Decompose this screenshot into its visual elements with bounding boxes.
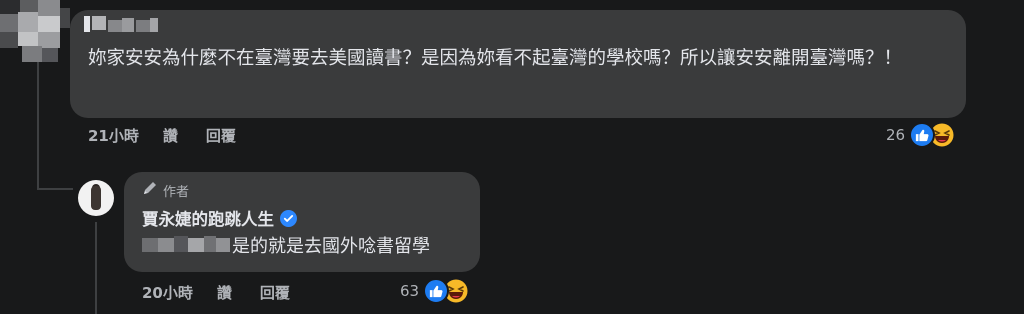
author-badge: 作者 — [142, 180, 189, 200]
thumbs-up-icon — [909, 122, 936, 148]
reply-bubble: 作者 賈永婕的跑跳人生 是的就是去國外唸書留學 — [124, 172, 480, 272]
author-name[interactable]: 賈永婕的跑跳人生 — [142, 206, 274, 230]
comment-bubble: 妳家安安為什麼不在臺灣要去美國讀書？是因為妳看不起臺灣的學校嗎？所以讓安安離開臺… — [70, 10, 966, 118]
reaction-count: 26 — [886, 126, 906, 144]
pen-icon — [142, 180, 158, 200]
commenter-avatar[interactable] — [0, 0, 70, 64]
like-button[interactable]: 讚 — [163, 125, 178, 146]
reply-reactions[interactable]: 63 — [400, 278, 469, 304]
comment-timestamp[interactable]: 21小時 — [88, 125, 139, 146]
reply-actions: 20小時 讚 回覆 — [142, 282, 290, 303]
comment-actions: 21小時 讚 回覆 — [88, 125, 236, 146]
thread-connector — [37, 188, 73, 190]
commenter-name-redacted[interactable] — [84, 14, 160, 34]
reply-button[interactable]: 回覆 — [206, 125, 236, 146]
comment-reactions[interactable]: 26 — [886, 122, 955, 148]
comment-text: 妳家安安為什麼不在臺灣要去美國讀書？是因為妳看不起臺灣的學校嗎？所以讓安安離開臺… — [88, 48, 903, 69]
mentioned-user-redacted[interactable] — [142, 234, 230, 256]
thread-line — [37, 62, 39, 190]
author-avatar[interactable] — [78, 180, 114, 216]
reaction-count: 63 — [400, 282, 420, 300]
author-badge-label: 作者 — [163, 184, 190, 200]
reply-text: 是的就是去國外唸書留學 — [232, 236, 430, 257]
verified-badge-icon — [280, 209, 297, 227]
thumbs-up-icon — [423, 278, 450, 304]
like-button[interactable]: 讚 — [217, 282, 232, 303]
reply-button[interactable]: 回覆 — [260, 282, 290, 303]
reply-thread-line — [95, 222, 97, 314]
reply-timestamp[interactable]: 20小時 — [142, 282, 193, 303]
